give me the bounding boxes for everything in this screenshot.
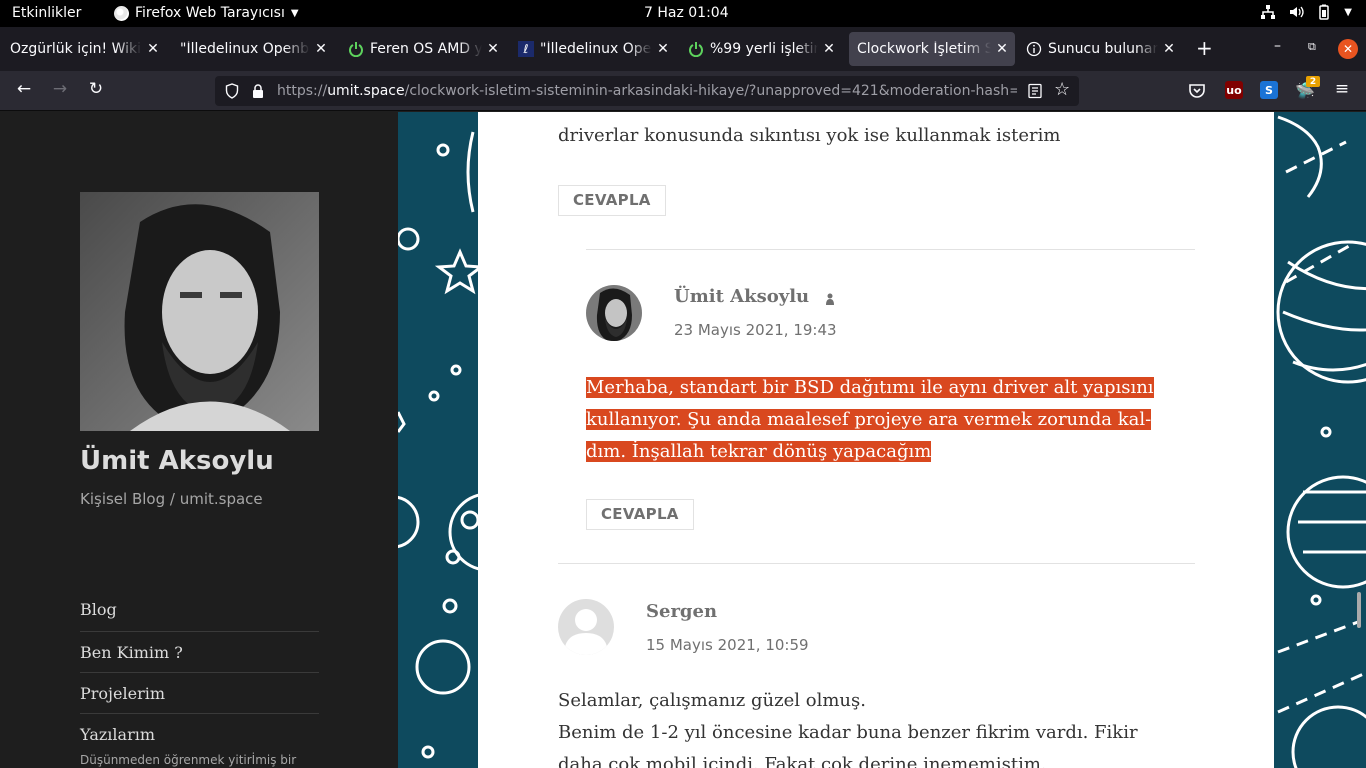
tab-illedelinux-1[interactable]: "İlledelinux Openbox ✕ bbox=[180, 32, 328, 66]
comment-divider bbox=[586, 249, 1195, 250]
lock-icon[interactable] bbox=[251, 83, 265, 99]
new-tab-button[interactable]: + bbox=[1196, 36, 1213, 60]
close-icon[interactable]: ✕ bbox=[822, 41, 836, 57]
highlighted-text: dım. İnşallah tekrar dönüş yapacağım bbox=[586, 441, 932, 462]
app-name: Firefox Web Tarayıcısı bbox=[135, 5, 285, 21]
activities-button[interactable]: Etkinlikler bbox=[12, 5, 81, 21]
network-icon bbox=[1261, 5, 1276, 19]
shield-icon[interactable] bbox=[225, 83, 239, 99]
sidebar-item-blog[interactable]: Blog bbox=[80, 590, 319, 631]
url-path: /clockwork-isletim-sisteminin-arkasindak… bbox=[404, 83, 1017, 99]
tab-title: "İlledelinux Openbox bbox=[180, 41, 310, 57]
sidebar-item-subtext: Düşünmeden öğrenmek yitirİmiş bir bbox=[80, 753, 297, 767]
tab-clockwork-active[interactable]: Clockwork İşletim Sistemi ✕ bbox=[849, 32, 1015, 66]
site-description: Kişisel Blog / umit.space bbox=[80, 490, 263, 508]
blog-favicon-icon: ℓ bbox=[518, 41, 534, 57]
tab-title: Özgürlük için! Wiki bbox=[10, 41, 142, 57]
back-button[interactable]: ← bbox=[12, 79, 36, 99]
highlighted-text: kullanıyor. Şu anda maalesef projeye ara… bbox=[586, 409, 1152, 430]
hamburger-menu-icon[interactable]: ≡ bbox=[1330, 79, 1354, 99]
system-tray[interactable]: ▼ bbox=[1260, 4, 1352, 20]
comment-date-sergen[interactable]: 15 Mayıs 2021, 10:59 bbox=[646, 636, 809, 654]
tab-yerli-isletim[interactable]: %99 yerli işletim ✕ bbox=[688, 32, 836, 66]
ublock-icon[interactable]: uo bbox=[1225, 81, 1243, 99]
tab-title: Clockwork İşletim Sistemi bbox=[857, 41, 991, 57]
info-icon bbox=[1026, 41, 1042, 57]
close-icon[interactable]: ✕ bbox=[146, 41, 160, 57]
navigation-toolbar: ← → ↻ https://umit.space/clockwork-islet… bbox=[0, 71, 1366, 111]
author-photo bbox=[80, 192, 319, 431]
comment-line: Selamlar, çalışmanız güzel olmuş. bbox=[558, 690, 866, 711]
url-host: umit.space bbox=[327, 83, 405, 99]
tab-feren-os[interactable]: Feren OS AMD yorum ✕ bbox=[348, 32, 500, 66]
reader-view-icon[interactable] bbox=[1027, 83, 1043, 99]
comment-text-sergen: Selamlar, çalışmanız güzel olmuş. Benim … bbox=[558, 685, 1198, 768]
comment-text-previous: driverlar konusunda sıkıntısı yok ise ku… bbox=[558, 125, 1061, 146]
minimize-button[interactable]: – bbox=[1274, 38, 1281, 54]
blog-sidebar: Ümit Aksoylu Kişisel Blog / umit.space B… bbox=[0, 112, 398, 768]
extension-s-icon[interactable]: S bbox=[1260, 81, 1278, 99]
maximize-button[interactable]: ⧉ bbox=[1308, 40, 1316, 54]
url-scheme: https:// bbox=[277, 83, 328, 99]
comment-line: Benim de 1-2 yıl öncesine kadar buna ben… bbox=[558, 722, 1138, 743]
caret-down-icon: ▼ bbox=[290, 7, 299, 19]
bookmark-star-icon[interactable]: ☆ bbox=[1054, 79, 1070, 100]
window-close-button[interactable]: ✕ bbox=[1338, 39, 1358, 59]
system-top-bar: Etkinlikler Firefox Web Tarayıcısı ▼ 7 H… bbox=[0, 0, 1366, 27]
volume-icon bbox=[1290, 6, 1304, 18]
close-icon[interactable]: ✕ bbox=[1162, 41, 1176, 57]
post-content: driverlar konusunda sıkıntısı yok ise ku… bbox=[478, 112, 1274, 768]
sidebar-nav: Blog Ben Kimim ? Projelerim Yazılarım bbox=[80, 590, 319, 754]
avatar-sergen bbox=[558, 599, 614, 655]
page-viewport: Ümit Aksoylu Kişisel Blog / umit.space B… bbox=[0, 112, 1366, 768]
reply-button-umit[interactable]: CEVAPLA bbox=[586, 499, 694, 530]
tab-illedelinux-2[interactable]: ℓ "İlledelinux Openbox ✕ bbox=[518, 32, 670, 66]
tab-wiki[interactable]: Özgürlük için! Wiki ✕ bbox=[10, 32, 160, 66]
tab-title: "İlledelinux Openbox bbox=[540, 41, 652, 57]
firefox-icon bbox=[114, 5, 129, 21]
clock[interactable]: 7 Haz 01:04 bbox=[644, 5, 729, 21]
url-bar[interactable]: https://umit.space/clockwork-isletim-sis… bbox=[215, 76, 1079, 106]
sidebar-item-yazilarim[interactable]: Yazılarım bbox=[80, 713, 319, 754]
extension-badge: 2 bbox=[1306, 76, 1320, 87]
reply-button-previous[interactable]: CEVAPLA bbox=[558, 185, 666, 216]
tab-strip: Özgürlük için! Wiki ✕ "İlledelinux Openb… bbox=[0, 27, 1366, 71]
close-icon[interactable]: ✕ bbox=[995, 41, 1009, 57]
comment-line: daha çok mobil içindi. Fakat çok derine … bbox=[558, 754, 1047, 768]
tab-title: %99 yerli işletim bbox=[710, 41, 818, 57]
forward-button[interactable]: → bbox=[48, 79, 72, 99]
tab-title: Sunucu bulunamadı bbox=[1048, 41, 1158, 57]
chevron-down-icon: ▼ bbox=[1344, 6, 1352, 18]
tab-sunucu-bulunamadi[interactable]: Sunucu bulunamadı ✕ bbox=[1026, 32, 1176, 66]
author-badge-icon bbox=[826, 293, 834, 305]
comment-line: kullanıyor. Şu anda maalesef projeye ara… bbox=[586, 404, 1154, 436]
comment-text-umit: Merhaba, standart bir BSD dağıtımı ile a… bbox=[586, 372, 1154, 468]
close-icon[interactable]: ✕ bbox=[314, 41, 328, 57]
url-text[interactable]: https://umit.space/clockwork-isletim-sis… bbox=[277, 83, 1017, 99]
tab-title: Feren OS AMD yorum bbox=[370, 41, 482, 57]
sidebar-item-ben-kimim[interactable]: Ben Kimim ? bbox=[80, 631, 319, 672]
highlighted-text: Merhaba, standart bir BSD dağıtımı ile a… bbox=[586, 377, 1154, 398]
comment-divider bbox=[558, 563, 1195, 564]
close-icon[interactable]: ✕ bbox=[656, 41, 670, 57]
comment-date-umit[interactable]: 23 Mayıs 2021, 19:43 bbox=[674, 321, 837, 339]
comment-author-umit[interactable]: Ümit Aksoylu bbox=[674, 286, 809, 307]
comment-line: Merhaba, standart bir BSD dağıtımı ile a… bbox=[586, 372, 1154, 404]
sidebar-item-projelerim[interactable]: Projelerim bbox=[80, 672, 319, 713]
page-scrollbar[interactable] bbox=[1357, 592, 1361, 628]
pocket-icon[interactable] bbox=[1188, 82, 1206, 100]
close-icon[interactable]: ✕ bbox=[486, 41, 500, 57]
app-menu[interactable]: Firefox Web Tarayıcısı ▼ bbox=[114, 5, 299, 21]
power-icon bbox=[688, 41, 704, 57]
comment-line: dım. İnşallah tekrar dönüş yapacağım bbox=[586, 436, 1154, 468]
avatar-umit bbox=[586, 285, 642, 341]
power-icon bbox=[348, 41, 364, 57]
reload-button[interactable]: ↻ bbox=[84, 79, 108, 99]
site-title[interactable]: Ümit Aksoylu bbox=[80, 446, 274, 476]
comment-author-sergen[interactable]: Sergen bbox=[646, 601, 717, 622]
battery-icon bbox=[1319, 4, 1330, 20]
